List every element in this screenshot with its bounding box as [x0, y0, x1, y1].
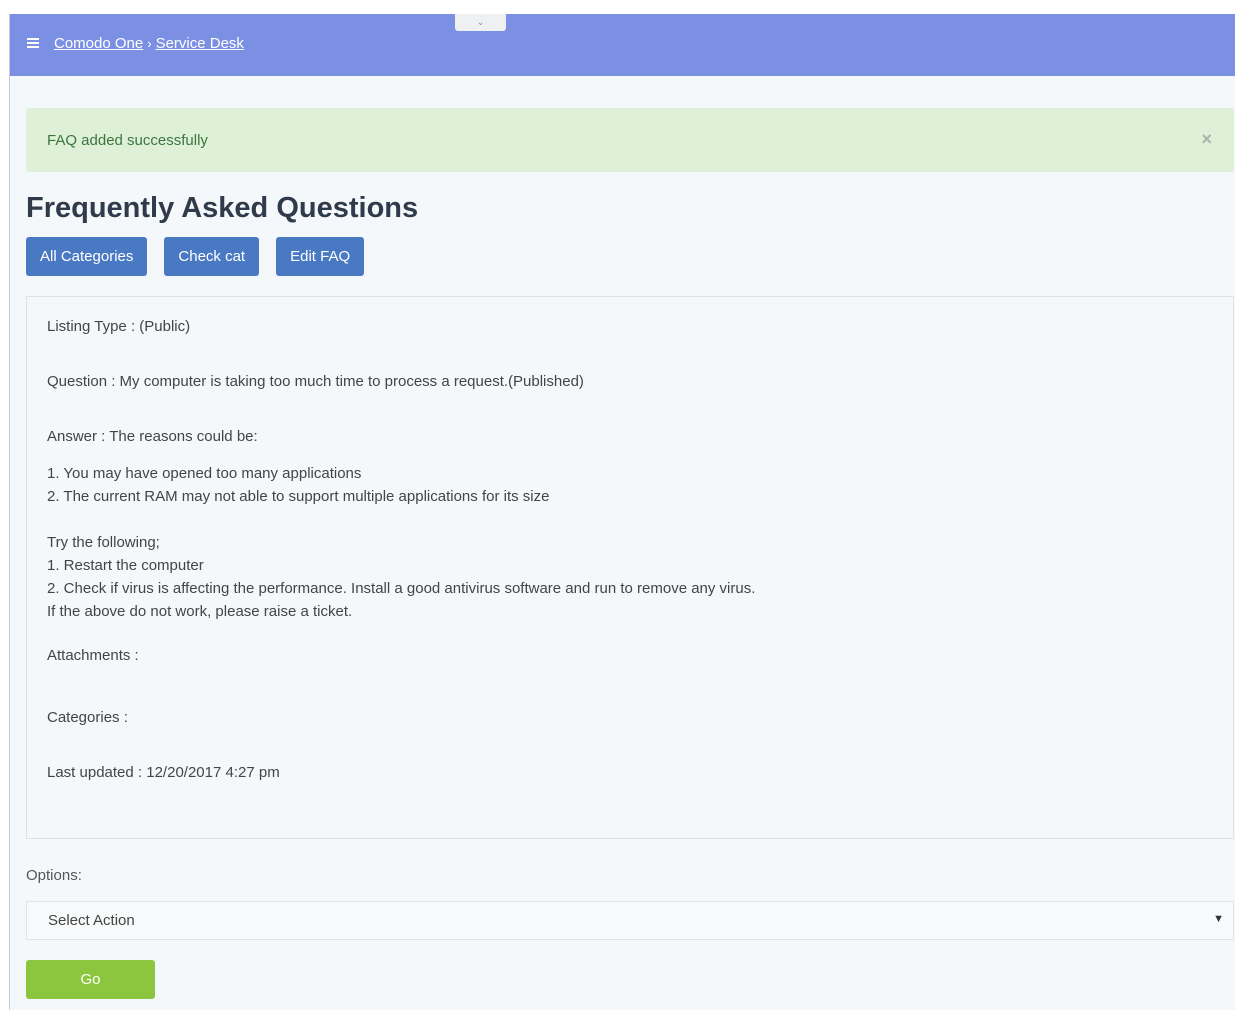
- all-categories-button[interactable]: All Categories: [26, 237, 148, 276]
- last-updated: Last updated : 12/20/2017 4:27 pm: [47, 764, 280, 781]
- categories-label: Categories :: [47, 709, 128, 726]
- caret-down-icon: ▼: [1213, 913, 1224, 925]
- chevron-down-icon: ⌄: [476, 17, 485, 27]
- faq-answer-intro: Answer : The reasons could be:: [47, 428, 258, 445]
- header-bar: ⌄ Comodo One › Service Desk: [10, 14, 1235, 76]
- alert-message: FAQ added successfully: [47, 131, 208, 149]
- hamburger-icon[interactable]: [27, 38, 39, 48]
- answer-step-2: 2. Check if virus is affecting the perfo…: [47, 580, 756, 597]
- answer-fallback: If the above do not work, please raise a…: [47, 603, 353, 620]
- answer-try-intro: Try the following;: [47, 534, 160, 551]
- header-pull-tab[interactable]: ⌄: [455, 14, 506, 31]
- attachments-label: Attachments :: [47, 647, 139, 664]
- answer-step-1: 1. Restart the computer: [47, 557, 204, 574]
- success-alert: FAQ added successfully ×: [26, 108, 1234, 172]
- edit-faq-button[interactable]: Edit FAQ: [276, 237, 365, 276]
- faq-detail-panel: Listing Type : (Public) Question : My co…: [26, 296, 1234, 839]
- close-icon[interactable]: ×: [1201, 129, 1212, 150]
- answer-reason-1: 1. You may have opened too many applicat…: [47, 465, 362, 482]
- listing-type: Listing Type : (Public): [47, 318, 191, 335]
- chevron-right-icon: ›: [147, 36, 152, 51]
- breadcrumb-link-service-desk[interactable]: Service Desk: [156, 35, 244, 52]
- action-select-value: Select Action: [48, 912, 135, 929]
- breadcrumb: Comodo One › Service Desk: [54, 35, 244, 52]
- faq-action-buttons: All Categories Check cat Edit FAQ: [26, 237, 381, 276]
- page-title: Frequently Asked Questions: [26, 192, 419, 224]
- faq-question: Question : My computer is taking too muc…: [47, 373, 584, 390]
- answer-reason-2: 2. The current RAM may not able to suppo…: [47, 488, 550, 505]
- go-button[interactable]: Go: [26, 960, 155, 999]
- breadcrumb-link-comodo-one[interactable]: Comodo One: [54, 35, 143, 52]
- app-frame: ⌄ Comodo One › Service Desk FAQ added su…: [9, 14, 1235, 1010]
- options-label: Options:: [26, 867, 82, 884]
- action-select[interactable]: Select Action ▼: [26, 901, 1234, 940]
- check-cat-button[interactable]: Check cat: [164, 237, 260, 276]
